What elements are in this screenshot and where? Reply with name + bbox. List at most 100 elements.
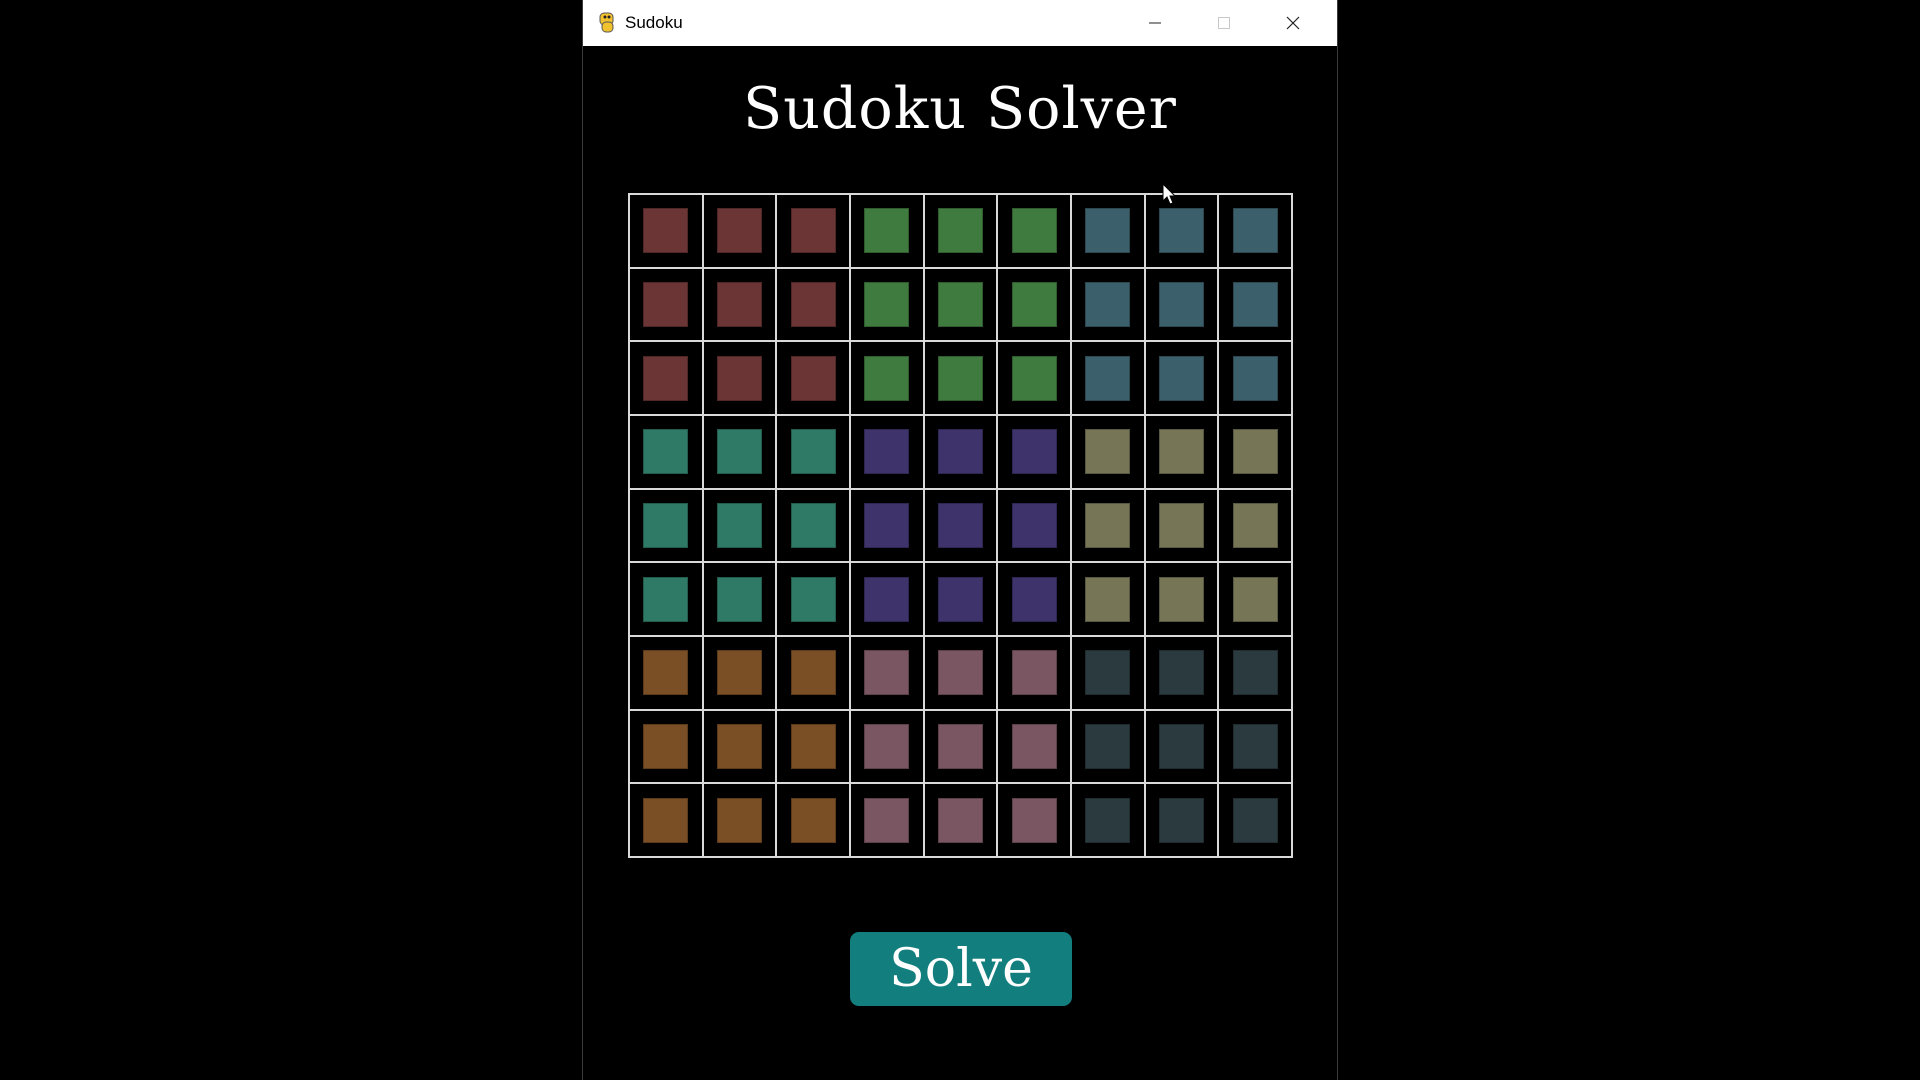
sudoku-cell[interactable] bbox=[629, 783, 703, 857]
sudoku-cell[interactable] bbox=[702, 635, 777, 710]
sudoku-cell[interactable] bbox=[1218, 709, 1292, 784]
sudoku-cell[interactable] bbox=[776, 341, 850, 415]
sudoku-cell[interactable] bbox=[1070, 194, 1145, 268]
sudoku-cell[interactable] bbox=[1218, 341, 1292, 415]
sudoku-cell[interactable] bbox=[849, 635, 924, 710]
sudoku-cell[interactable] bbox=[923, 783, 998, 857]
sudoku-cell[interactable] bbox=[1218, 488, 1292, 563]
sudoku-cell[interactable] bbox=[629, 267, 703, 342]
sudoku-cell[interactable] bbox=[923, 194, 998, 268]
sudoku-cell[interactable] bbox=[629, 488, 703, 563]
sudoku-cell[interactable] bbox=[1144, 414, 1219, 489]
title-bar[interactable]: Sudoku bbox=[583, 0, 1337, 46]
cell-color-swatch bbox=[864, 429, 910, 475]
sudoku-cell[interactable] bbox=[702, 267, 777, 342]
sudoku-cell[interactable] bbox=[923, 635, 998, 710]
sudoku-cell[interactable] bbox=[1144, 341, 1219, 415]
sudoku-cell[interactable] bbox=[997, 194, 1071, 268]
sudoku-cell[interactable] bbox=[1218, 414, 1292, 489]
sudoku-cell[interactable] bbox=[1218, 194, 1292, 268]
sudoku-cell[interactable] bbox=[1070, 562, 1145, 636]
sudoku-cell[interactable] bbox=[997, 414, 1071, 489]
cell-color-swatch bbox=[1011, 576, 1057, 622]
sudoku-cell[interactable] bbox=[702, 341, 777, 415]
sudoku-cell[interactable] bbox=[997, 783, 1071, 857]
sudoku-cell[interactable] bbox=[702, 488, 777, 563]
sudoku-cell[interactable] bbox=[1070, 267, 1145, 342]
sudoku-cell[interactable] bbox=[629, 414, 703, 489]
sudoku-cell[interactable] bbox=[997, 341, 1071, 415]
sudoku-cell[interactable] bbox=[997, 267, 1071, 342]
sudoku-cell[interactable] bbox=[702, 194, 777, 268]
cell-color-swatch bbox=[1085, 429, 1131, 475]
sudoku-cell[interactable] bbox=[849, 488, 924, 563]
sudoku-cell[interactable] bbox=[1070, 341, 1145, 415]
sudoku-cell[interactable] bbox=[849, 709, 924, 784]
sudoku-cell[interactable] bbox=[629, 635, 703, 710]
sudoku-cell[interactable] bbox=[1144, 562, 1219, 636]
sudoku-cell[interactable] bbox=[776, 414, 850, 489]
sudoku-cell[interactable] bbox=[1144, 783, 1219, 857]
sudoku-cell[interactable] bbox=[1144, 267, 1219, 342]
sudoku-cell[interactable] bbox=[1218, 783, 1292, 857]
sudoku-cell[interactable] bbox=[629, 709, 703, 784]
sudoku-cell[interactable] bbox=[702, 414, 777, 489]
sudoku-cell[interactable] bbox=[776, 267, 850, 342]
sudoku-cell[interactable] bbox=[1144, 709, 1219, 784]
sudoku-cell[interactable] bbox=[1218, 562, 1292, 636]
minimize-button[interactable] bbox=[1120, 0, 1189, 46]
sudoku-cell[interactable] bbox=[997, 709, 1071, 784]
sudoku-cell[interactable] bbox=[1218, 267, 1292, 342]
sudoku-cell[interactable] bbox=[923, 414, 998, 489]
cell-color-swatch bbox=[864, 576, 910, 622]
sudoku-cell[interactable] bbox=[849, 562, 924, 636]
sudoku-cell[interactable] bbox=[923, 341, 998, 415]
sudoku-cell[interactable] bbox=[849, 341, 924, 415]
solve-button[interactable]: Solve bbox=[850, 932, 1072, 1006]
sudoku-cell[interactable] bbox=[997, 488, 1071, 563]
sudoku-cell[interactable] bbox=[1070, 635, 1145, 710]
sudoku-cell[interactable] bbox=[776, 562, 850, 636]
sudoku-cell[interactable] bbox=[923, 267, 998, 342]
sudoku-cell[interactable] bbox=[923, 488, 998, 563]
window-title: Sudoku bbox=[625, 13, 683, 32]
sudoku-cell[interactable] bbox=[849, 414, 924, 489]
sudoku-cell[interactable] bbox=[629, 194, 703, 268]
cell-color-swatch bbox=[790, 650, 836, 696]
sudoku-cell[interactable] bbox=[997, 562, 1071, 636]
cell-color-swatch bbox=[1085, 650, 1131, 696]
sudoku-cell[interactable] bbox=[629, 341, 703, 415]
sudoku-cell[interactable] bbox=[1144, 488, 1219, 563]
sudoku-cell[interactable] bbox=[1070, 783, 1145, 857]
sudoku-cell[interactable] bbox=[702, 562, 777, 636]
sudoku-cell[interactable] bbox=[849, 267, 924, 342]
sudoku-cell[interactable] bbox=[923, 562, 998, 636]
sudoku-cell[interactable] bbox=[629, 562, 703, 636]
cell-color-swatch bbox=[937, 281, 983, 327]
close-button[interactable] bbox=[1258, 0, 1327, 46]
sudoku-cell[interactable] bbox=[923, 709, 998, 784]
sudoku-cell[interactable] bbox=[849, 783, 924, 857]
sudoku-cell[interactable] bbox=[849, 194, 924, 268]
sudoku-cell[interactable] bbox=[1144, 635, 1219, 710]
sudoku-cell[interactable] bbox=[1144, 194, 1219, 268]
sudoku-cell[interactable] bbox=[997, 635, 1071, 710]
sudoku-cell[interactable] bbox=[1218, 635, 1292, 710]
cell-color-swatch bbox=[716, 502, 762, 548]
sudoku-cell[interactable] bbox=[776, 635, 850, 710]
sudoku-cell[interactable] bbox=[1070, 709, 1145, 784]
minimize-icon bbox=[1148, 22, 1161, 24]
sudoku-cell[interactable] bbox=[702, 783, 777, 857]
sudoku-cell[interactable] bbox=[776, 783, 850, 857]
sudoku-cell[interactable] bbox=[776, 709, 850, 784]
sudoku-board bbox=[628, 193, 1293, 858]
sudoku-cell[interactable] bbox=[776, 488, 850, 563]
sudoku-cell[interactable] bbox=[776, 194, 850, 268]
maximize-button[interactable] bbox=[1189, 0, 1258, 46]
sudoku-cell[interactable] bbox=[702, 709, 777, 784]
sudoku-cell[interactable] bbox=[1070, 414, 1145, 489]
sudoku-cell[interactable] bbox=[1070, 488, 1145, 563]
cell-color-swatch bbox=[716, 797, 762, 843]
cell-color-swatch bbox=[643, 429, 689, 475]
cell-color-swatch bbox=[1158, 281, 1204, 327]
